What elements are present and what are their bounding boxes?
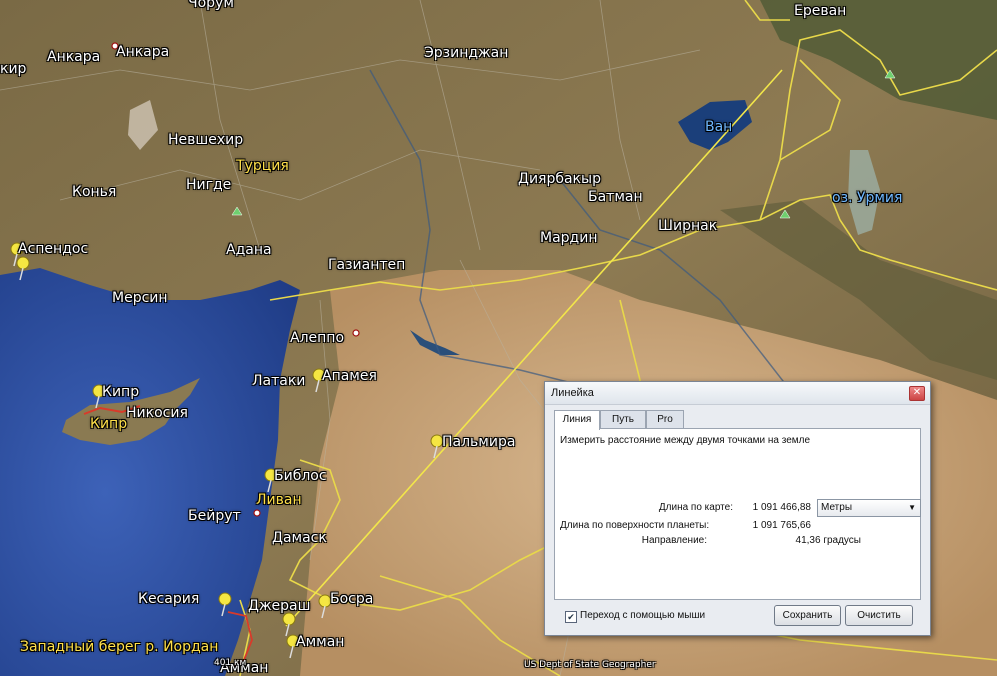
map-label-beyrut: Бейрут bbox=[188, 508, 241, 524]
map-label-ankara: Анкара bbox=[116, 44, 170, 60]
heading-label: Направление: bbox=[641, 535, 707, 546]
map-label-kipr-country: Кипр bbox=[90, 416, 128, 432]
heading-value: 41,36 градусы bbox=[795, 535, 861, 546]
map-label-ankara: Анкара bbox=[47, 49, 101, 65]
map-label-mardin: Мардин bbox=[540, 230, 598, 246]
tab-path[interactable]: Путь bbox=[600, 410, 646, 429]
map-label-kesariya: Кесария bbox=[138, 591, 200, 607]
attribution-label: US Dept of State Geographer bbox=[524, 660, 656, 670]
scale-label: 401 км bbox=[214, 658, 247, 668]
ruler-title: Линейка bbox=[551, 387, 594, 399]
close-icon[interactable]: ✕ bbox=[909, 386, 925, 401]
map-label-bosra: Босра bbox=[330, 591, 374, 607]
ground-length-value: 1 091 765,66 bbox=[752, 520, 811, 531]
map-label-latakiya: Латаки bbox=[252, 373, 306, 389]
clear-button[interactable]: Очистить bbox=[845, 605, 913, 626]
pushpin-icon[interactable] bbox=[216, 592, 238, 618]
ruler-dialog[interactable]: Линейка ✕ Линия Путь Pro Измерить рассто… bbox=[544, 381, 931, 636]
ruler-titlebar[interactable]: Линейка ✕ bbox=[545, 382, 930, 405]
map-label-nevshehir: Невшехир bbox=[168, 132, 244, 148]
units-selected: Метры bbox=[821, 502, 853, 513]
map-label-urmiya: оз. Урмия bbox=[832, 190, 903, 206]
units-dropdown[interactable]: Метры ▼ bbox=[817, 499, 921, 517]
map-label-biblos: Библос bbox=[274, 468, 327, 484]
map-label-amman: Амман bbox=[296, 634, 345, 650]
map-label-shirnak: Ширнак bbox=[658, 218, 718, 234]
map-label-aspendos: Аспендос bbox=[18, 241, 89, 257]
save-button[interactable]: Сохранить bbox=[774, 605, 841, 626]
tab-pro[interactable]: Pro bbox=[646, 410, 684, 429]
map-label-turtsiya: Турция bbox=[236, 158, 289, 174]
mouse-nav-label: Переход с помощью мыши bbox=[580, 610, 706, 621]
map-label-dzherash: Джераш bbox=[248, 598, 311, 614]
ruler-panel: Измерить расстояние между двумя точками … bbox=[554, 428, 921, 600]
map-length-value: 1 091 466,88 bbox=[752, 502, 811, 513]
map-label-chorum: Чорум bbox=[188, 0, 234, 11]
map-label-batman: Батман bbox=[588, 189, 643, 205]
map-label-kir: кир bbox=[0, 61, 27, 77]
map-label-nigde: Нигде bbox=[186, 177, 232, 193]
map-length-label: Длина по карте: bbox=[658, 502, 733, 513]
map-label-van: Ван bbox=[705, 119, 733, 135]
tab-line[interactable]: Линия bbox=[554, 410, 600, 430]
map-label-livan: Ливан bbox=[256, 492, 302, 508]
map-label-mersin: Мерсин bbox=[112, 290, 168, 306]
map-label-erzindzhan: Эрзинджан bbox=[424, 45, 509, 61]
map-label-adana: Адана bbox=[226, 242, 272, 258]
map-label-konya: Конья bbox=[72, 184, 117, 200]
ground-length-label: Длина по поверхности планеты: bbox=[560, 520, 710, 531]
mouse-nav-checkbox[interactable]: ✔ bbox=[565, 611, 577, 623]
map-label-apameya: Апамея bbox=[322, 368, 377, 384]
map-label-damask: Дамаск bbox=[272, 530, 327, 546]
map-label-aleppo: Алеппо bbox=[290, 330, 345, 346]
map-label-kipr: Кипр bbox=[102, 384, 140, 400]
map-label-gaziantep: Газиантеп bbox=[328, 257, 406, 273]
chevron-down-icon: ▼ bbox=[908, 503, 916, 512]
ruler-description: Измерить расстояние между двумя точками … bbox=[560, 435, 811, 446]
map-label-zapadny-bereg: Западный берег р. Иордан bbox=[20, 639, 219, 655]
map-label-diyarbakyr: Диярбакыр bbox=[518, 171, 601, 187]
map-label-palmira: Пальмира bbox=[442, 434, 516, 450]
map-label-nikosiya: Никосия bbox=[126, 405, 188, 421]
pushpin-icon[interactable] bbox=[14, 256, 36, 282]
map-label-erevan: Ереван bbox=[794, 3, 847, 19]
